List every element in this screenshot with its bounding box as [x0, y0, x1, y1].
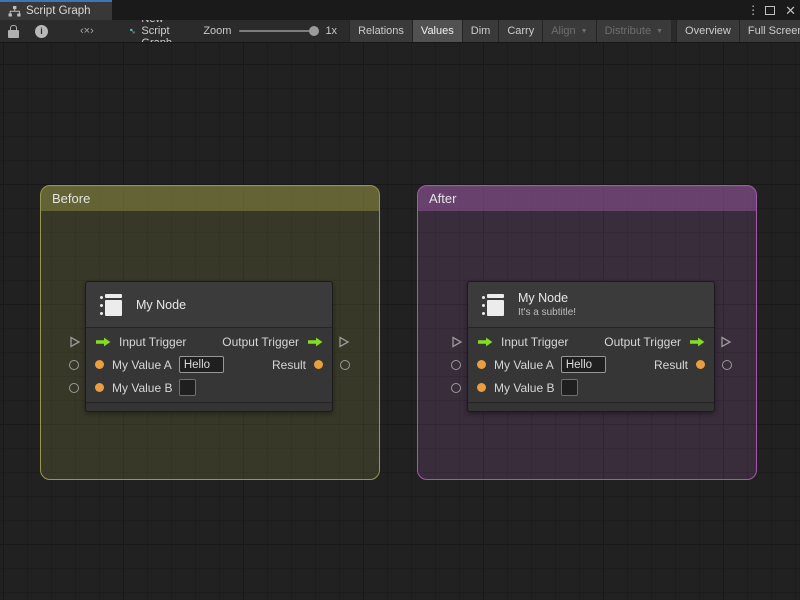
value-in-dot-icon[interactable]	[477, 383, 486, 392]
port-row-value-a: My Value A Result	[69, 353, 350, 376]
group-before[interactable]: Before My Node Input Trigger Output Trig…	[40, 185, 380, 480]
zoom-value: 1x	[325, 25, 338, 37]
port-row-value-a: My Value A Result	[451, 353, 732, 376]
group-before-header[interactable]: Before	[41, 186, 379, 211]
graph-toolbar: i ‹×› New Script Graph Zoom 1x Relations…	[0, 20, 800, 43]
graph-name-label: New Script Graph	[141, 20, 172, 43]
port-label: My Value B	[112, 380, 173, 395]
flow-port-outer-left-icon[interactable]	[451, 335, 463, 348]
node-header[interactable]: My Node	[86, 282, 332, 328]
node-port-rows: Input Trigger Output Trigger My Value A	[69, 328, 350, 402]
node-header[interactable]: My Node It's a subtitle!	[468, 282, 714, 328]
flow-port-outer-right-icon[interactable]	[720, 335, 732, 348]
value-out-dot-icon[interactable]	[314, 360, 323, 369]
script-graph-icon	[129, 28, 135, 33]
zoom-control: Zoom 1x	[189, 25, 337, 37]
value-b-field[interactable]	[179, 379, 197, 396]
flow-in-arrow-icon[interactable]	[95, 337, 111, 347]
unit-node-icon	[480, 292, 507, 318]
tab-script-graph[interactable]: Script Graph	[0, 0, 112, 20]
toolbar-buttons: Relations Values Dim Carry Align ▼ Distri…	[349, 20, 800, 42]
script-graph-window: Script Graph ⋮ ✕ i ‹×› New Script Graph	[0, 0, 800, 600]
carry-button[interactable]: Carry	[498, 20, 543, 42]
value-port-outer-left-icon[interactable]	[69, 382, 79, 393]
value-in-dot-icon[interactable]	[95, 360, 104, 369]
graph-canvas[interactable]: Before My Node Input Trigger Output Trig…	[0, 43, 800, 600]
tab-bar: Script Graph ⋮ ✕	[0, 0, 800, 20]
flow-out-arrow-icon[interactable]	[689, 337, 705, 347]
close-icon[interactable]: ✕	[785, 4, 796, 17]
port-label: Result	[653, 357, 688, 372]
node-title: My Node	[518, 291, 569, 305]
port-label: Output Trigger	[604, 334, 681, 349]
info-button[interactable]: i	[27, 20, 56, 42]
flow-in-arrow-icon[interactable]	[477, 337, 493, 347]
value-in-dot-icon[interactable]	[95, 383, 104, 392]
port-label: My Value A	[494, 357, 554, 372]
value-port-outer-left-icon[interactable]	[451, 382, 461, 393]
lock-icon	[8, 24, 19, 38]
window-controls: ⋮ ✕	[747, 0, 796, 20]
align-dropdown[interactable]: Align ▼	[542, 20, 596, 42]
value-a-field[interactable]	[560, 356, 606, 373]
code-preview-button[interactable]: ‹×›	[56, 20, 118, 42]
node-title: My Node	[136, 297, 187, 312]
relations-button[interactable]: Relations	[349, 20, 412, 42]
node-my-node-before[interactable]: My Node Input Trigger Output Trigger My …	[69, 281, 350, 412]
flow-port-outer-left-icon[interactable]	[69, 335, 81, 348]
tab-title: Script Graph	[26, 5, 91, 17]
chevron-down-icon: ▼	[656, 28, 664, 35]
chevron-down-icon: ▼	[580, 28, 588, 35]
value-in-dot-icon[interactable]	[477, 360, 486, 369]
value-a-field[interactable]	[178, 356, 224, 373]
node-port-rows: Input Trigger Output Trigger My Value A	[451, 328, 732, 402]
value-port-outer-right-icon[interactable]	[340, 359, 350, 370]
value-port-outer-right-icon[interactable]	[722, 359, 732, 370]
graph-hierarchy-icon	[8, 5, 21, 16]
zoom-slider-handle[interactable]	[309, 26, 320, 36]
port-label: My Value A	[112, 357, 172, 372]
graph-name-breadcrumb[interactable]: New Script Graph	[118, 20, 190, 43]
value-b-field[interactable]	[561, 379, 579, 396]
maximize-icon[interactable]	[765, 5, 776, 15]
port-row-value-b: My Value B	[451, 376, 714, 399]
port-label: My Value B	[494, 380, 555, 395]
group-title: Before	[52, 191, 91, 206]
node-my-node-after[interactable]: My Node It's a subtitle! Input Trigger O…	[451, 281, 732, 412]
unit-node-icon	[98, 292, 125, 318]
info-icon: i	[35, 24, 48, 38]
value-out-dot-icon[interactable]	[696, 360, 705, 369]
group-after-header[interactable]: After	[418, 186, 756, 211]
window-menu-icon[interactable]: ⋮	[747, 3, 759, 17]
zoom-slider[interactable]	[239, 26, 320, 36]
code-icon: ‹×›	[80, 25, 94, 37]
port-row-value-b: My Value B	[69, 376, 332, 399]
port-label: Result	[271, 357, 306, 372]
values-button[interactable]: Values	[411, 20, 462, 42]
distribute-dropdown[interactable]: Distribute ▼	[595, 20, 672, 42]
port-row-trigger: Input Trigger Output Trigger	[70, 330, 350, 353]
value-port-outer-left-icon[interactable]	[451, 359, 461, 370]
dim-button[interactable]: Dim	[461, 20, 499, 42]
group-after[interactable]: After My Node It's a subtitle! Input Tri…	[417, 185, 757, 480]
port-row-trigger: Input Trigger Output Trigger	[452, 330, 732, 353]
full-screen-button[interactable]: Full Screen	[738, 20, 800, 42]
port-label: Input Trigger	[119, 334, 187, 349]
zoom-label: Zoom	[203, 25, 232, 37]
flow-port-outer-right-icon[interactable]	[338, 335, 350, 348]
lock-button[interactable]	[0, 20, 27, 42]
group-title: After	[429, 191, 457, 206]
port-label: Input Trigger	[501, 334, 569, 349]
node-footer	[468, 402, 714, 411]
value-port-outer-left-icon[interactable]	[69, 359, 79, 370]
flow-out-arrow-icon[interactable]	[307, 337, 323, 347]
node-footer	[86, 402, 332, 411]
port-label: Output Trigger	[222, 334, 299, 349]
node-subtitle: It's a subtitle!	[518, 307, 577, 318]
overview-button[interactable]: Overview	[676, 20, 739, 42]
